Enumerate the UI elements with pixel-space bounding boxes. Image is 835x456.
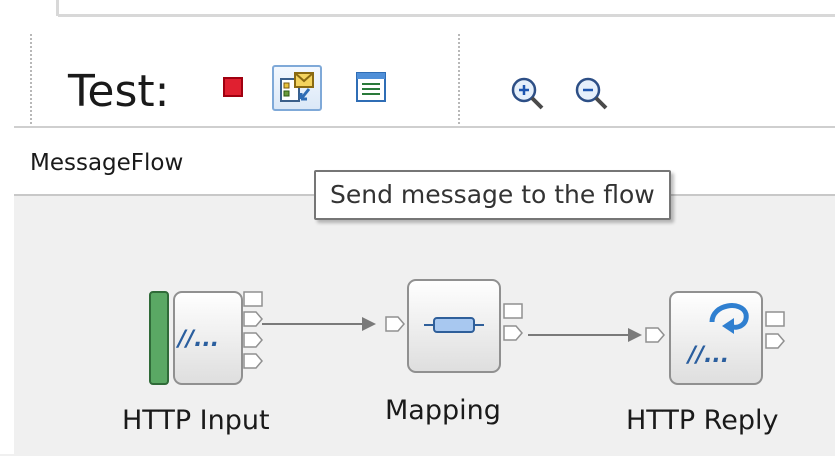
zoom-out-icon [575, 77, 608, 110]
node-label-mapping: Mapping [385, 395, 501, 426]
node-label-http-reply: HTTP Reply [626, 405, 779, 436]
list-view-icon [356, 72, 386, 102]
tooltip: Send message to the flow [314, 170, 671, 220]
svg-text://...: //... [685, 343, 729, 368]
message-flow-editor: Test: MessageFlow //... //... HTTP Input… [0, 0, 835, 456]
node-label-http-input: HTTP Input [122, 405, 270, 436]
editor-left-margin [0, 18, 14, 454]
http-input-icon: //... [175, 327, 219, 352]
stop-button[interactable] [214, 68, 252, 106]
flow-name-label: MessageFlow [30, 150, 184, 176]
stop-icon [223, 77, 243, 97]
node-http-reply[interactable]: //... [645, 291, 785, 385]
zoom-out-button[interactable] [574, 76, 610, 116]
toolbar-separator [458, 34, 460, 124]
connection-input-to-mapping[interactable] [262, 317, 376, 331]
list-view-button[interactable] [352, 68, 390, 106]
node-http-input[interactable]: //... [149, 291, 263, 385]
svg-text://...: //... [175, 327, 219, 352]
node-mapping[interactable] [385, 279, 523, 373]
top-border-line [58, 14, 835, 17]
flow-canvas[interactable]: //... //... HTTP Input Mapping HTTP Repl… [0, 194, 835, 456]
test-label: Test: [68, 66, 170, 117]
test-toolbar: Test: [0, 18, 835, 126]
zoom-in-button[interactable] [510, 76, 546, 116]
send-message-icon [280, 72, 314, 102]
connection-mapping-to-reply[interactable] [528, 328, 642, 342]
editor-top-border [0, 0, 835, 18]
toolbar-separator [30, 34, 32, 124]
zoom-in-icon [511, 77, 544, 110]
send-message-button[interactable] [272, 65, 322, 111]
